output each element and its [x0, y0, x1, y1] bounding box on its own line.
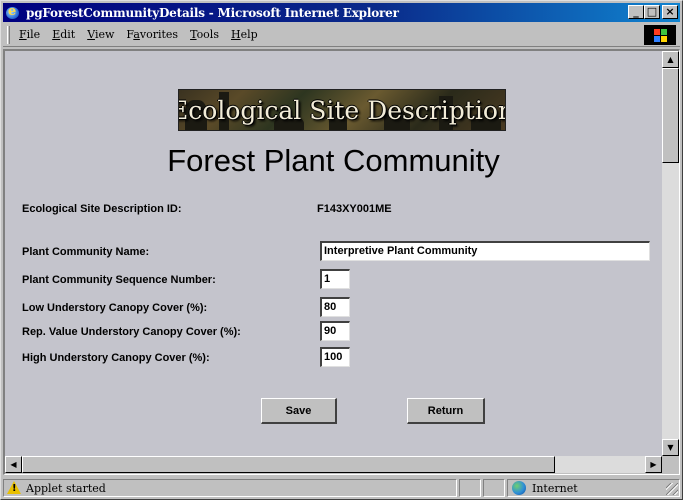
page-title: Forest Plant Community — [167, 143, 500, 178]
sequence-number-field[interactable]: 1 — [320, 269, 350, 289]
page-content: Ecological Site Description Forest Plant… — [5, 51, 662, 456]
scroll-up-button[interactable]: ▲ — [662, 51, 679, 68]
status-panel-empty-2 — [483, 479, 505, 497]
status-text: Applet started — [26, 481, 106, 495]
horizontal-scrollbar[interactable]: ◀ ▶ — [5, 456, 662, 473]
menu-tools[interactable]: Tools — [190, 28, 219, 41]
menu-favorites[interactable]: Favorites — [126, 28, 178, 41]
sequence-number-label: Plant Community Sequence Number: — [22, 274, 216, 286]
security-zone-panel[interactable]: Internet — [507, 479, 680, 497]
low-cover-field[interactable]: 80 — [320, 297, 350, 317]
community-name-field[interactable]: Interpretive Plant Community — [320, 241, 650, 261]
scroll-left-button[interactable]: ◀ — [5, 456, 22, 473]
scroll-right-button[interactable]: ▶ — [645, 456, 662, 473]
minimize-button[interactable]: _ — [628, 5, 644, 19]
menu-grip — [7, 25, 10, 44]
banner-title: Ecological Site Description — [178, 95, 506, 125]
status-panel-empty-1 — [459, 479, 481, 497]
menu-file[interactable]: File — [19, 28, 40, 41]
menu-edit[interactable]: Edit — [52, 28, 75, 41]
internet-globe-icon — [512, 481, 526, 495]
ie-icon[interactable]: e — [5, 4, 21, 21]
high-cover-label: High Understory Canopy Cover (%): — [22, 352, 210, 364]
windows-logo-icon — [644, 25, 676, 45]
menu-help[interactable]: Help — [231, 28, 258, 41]
title-bar[interactable]: e pgForestCommunityDetails - Microsoft I… — [3, 3, 680, 22]
community-name-label: Plant Community Name: — [22, 246, 150, 258]
warning-icon[interactable]: ! — [7, 481, 21, 495]
scroll-corner — [662, 456, 679, 473]
low-cover-label: Low Understory Canopy Cover (%): — [22, 302, 208, 314]
rep-cover-label: Rep. Value Understory Canopy Cover (%): — [22, 326, 241, 338]
vertical-scrollbar[interactable]: ▲ ▼ — [662, 51, 679, 456]
esd-id-label: Ecological Site Description ID: — [22, 203, 182, 215]
security-zone-label: Internet — [532, 481, 578, 495]
rep-cover-field[interactable]: 90 — [320, 321, 350, 341]
esd-id-value: F143XY001ME — [317, 203, 392, 215]
resize-grip[interactable] — [666, 483, 678, 495]
page-viewport: Ecological Site Description Forest Plant… — [3, 49, 680, 475]
maximize-button[interactable]: □ — [644, 5, 660, 19]
high-cover-field[interactable]: 100 — [320, 347, 350, 367]
status-bar: ! Applet started Internet — [3, 478, 680, 498]
horizontal-scroll-thumb[interactable] — [22, 456, 555, 473]
save-button[interactable]: Save — [261, 398, 337, 424]
browser-window: e pgForestCommunityDetails - Microsoft I… — [0, 0, 683, 500]
menu-bar: File Edit View Favorites Tools Help — [3, 23, 680, 47]
window-controls: _ □ × — [626, 5, 678, 19]
menu-view[interactable]: View — [87, 28, 114, 41]
vertical-scroll-thumb[interactable] — [662, 68, 679, 163]
window-title: pgForestCommunityDetails - Microsoft Int… — [26, 5, 399, 20]
close-button[interactable]: × — [662, 5, 678, 19]
ecological-site-banner: Ecological Site Description — [178, 89, 506, 131]
scroll-down-button[interactable]: ▼ — [662, 439, 679, 456]
status-main-panel: ! Applet started — [3, 479, 457, 497]
return-button[interactable]: Return — [407, 398, 485, 424]
